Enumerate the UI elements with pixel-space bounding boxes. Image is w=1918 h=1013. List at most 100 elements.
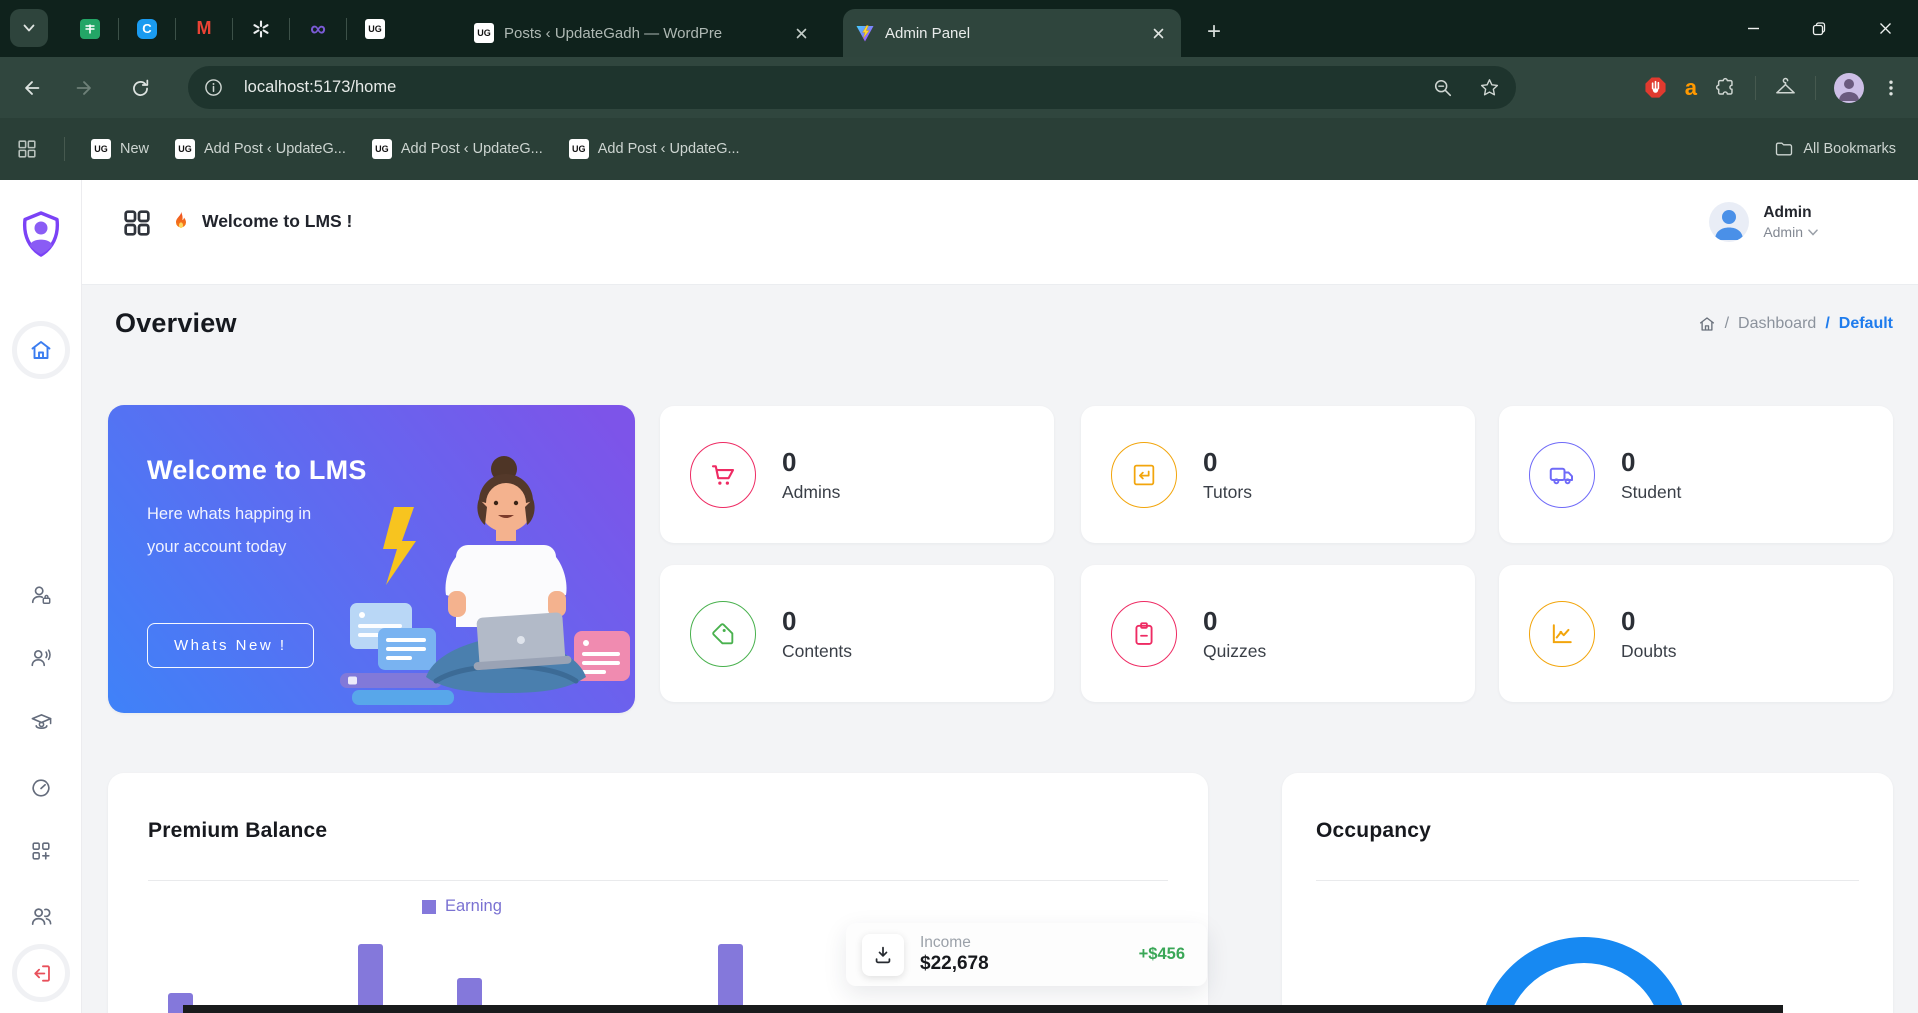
breadcrumb-separator: / xyxy=(1825,315,1829,333)
stat-label: Admins xyxy=(782,482,840,503)
minimize-button[interactable] xyxy=(1720,0,1786,57)
income-popup: Income $22,678 +$456 xyxy=(846,923,1207,986)
close-window-button[interactable] xyxy=(1852,0,1918,57)
bookmark-item-new[interactable]: UG New xyxy=(91,139,149,159)
toolbar-separator xyxy=(1755,76,1756,100)
user-lock-icon xyxy=(30,584,52,606)
extensions-puzzle-icon[interactable] xyxy=(1715,77,1737,99)
close-tab-icon[interactable] xyxy=(1147,22,1169,44)
pinned-tab-infinity[interactable]: ∞ xyxy=(290,9,346,49)
welcome-subtitle: your account today xyxy=(147,538,286,557)
gmail-icon: M xyxy=(197,18,212,39)
home-breadcrumb-icon[interactable] xyxy=(1698,315,1716,333)
updategadh-icon: UG xyxy=(474,23,494,43)
chatgpt-icon xyxy=(251,19,271,39)
back-button[interactable] xyxy=(12,68,52,108)
sidebar-item-users[interactable] xyxy=(30,905,52,927)
forward-icon xyxy=(73,77,95,99)
sidebar-item-dashboard-gauge[interactable] xyxy=(30,777,52,799)
breadcrumb-section[interactable]: Dashboard xyxy=(1738,315,1816,333)
stat-card-tutors[interactable]: 0 Tutors xyxy=(1081,406,1475,543)
truck-icon xyxy=(1529,442,1595,508)
stat-card-quizzes[interactable]: 0 Quizzes xyxy=(1081,565,1475,702)
background-window-strip xyxy=(183,1005,1783,1013)
hanger-icon[interactable] xyxy=(1774,76,1797,99)
sidebar-item-admins[interactable] xyxy=(30,584,52,606)
reload-icon xyxy=(130,78,151,99)
graduate-icon xyxy=(30,711,53,734)
bookmark-label: Add Post ‹ UpdateG... xyxy=(401,141,543,157)
sidebar-item-tutors[interactable] xyxy=(30,647,52,669)
adblock-icon[interactable] xyxy=(1644,76,1667,99)
welcome-illustration xyxy=(336,445,635,713)
pinned-tab-blue-app[interactable]: C xyxy=(119,9,175,49)
vite-icon xyxy=(855,23,875,43)
browser-tab-posts[interactable]: UG Posts ‹ UpdateGadh — WordPre xyxy=(462,9,824,57)
whats-new-button[interactable]: Whats New ! xyxy=(147,623,314,668)
browser-tab-admin-panel[interactable]: Admin Panel xyxy=(843,9,1181,57)
sidebar-item-students[interactable] xyxy=(30,711,52,733)
user-menu[interactable]: Admin Admin xyxy=(1709,202,1818,242)
browser-menu-icon[interactable] xyxy=(1882,79,1900,97)
occupancy-card: Occupancy xyxy=(1282,773,1893,1013)
occupancy-title: Occupancy xyxy=(1316,819,1431,843)
updategadh-icon: UG xyxy=(569,139,589,159)
sidebar-item-home[interactable] xyxy=(12,321,70,379)
pinned-tab-sheets[interactable] xyxy=(62,9,118,49)
toolbar-separator xyxy=(1815,76,1816,100)
download-icon[interactable] xyxy=(862,934,904,976)
apps-grid-icon[interactable] xyxy=(16,138,38,160)
new-tab-button[interactable]: + xyxy=(1198,16,1230,48)
site-info-icon[interactable] xyxy=(196,71,230,105)
stat-card-admins[interactable]: 0 Admins xyxy=(660,406,1054,543)
pinned-tab-gmail[interactable]: M xyxy=(176,9,232,49)
bookmark-item-add-post-2[interactable]: UG Add Post ‹ UpdateG... xyxy=(372,139,543,159)
updategadh-icon: UG xyxy=(365,19,385,39)
tab-title: Admin Panel xyxy=(885,25,1137,42)
menu-grid-icon[interactable] xyxy=(121,207,153,239)
profile-avatar[interactable] xyxy=(1834,73,1864,103)
screen: C M ∞ xyxy=(0,0,1918,1013)
bookmark-label: New xyxy=(120,141,149,157)
income-delta: +$456 xyxy=(1139,945,1185,964)
cart-icon xyxy=(690,442,756,508)
app-sidebar xyxy=(0,180,82,1013)
close-tab-icon[interactable] xyxy=(790,22,812,44)
stat-card-student[interactable]: 0 Student xyxy=(1499,406,1893,543)
tab-title: Posts ‹ UpdateGadh — WordPre xyxy=(504,25,780,42)
bookmark-item-add-post-1[interactable]: UG Add Post ‹ UpdateG... xyxy=(175,139,346,159)
fire-icon xyxy=(171,210,191,233)
user-role-dropdown[interactable]: Admin xyxy=(1763,224,1818,240)
blue-c-app-icon: C xyxy=(137,19,157,39)
stat-value: 0 xyxy=(782,447,840,478)
infinity-icon: ∞ xyxy=(310,18,326,40)
folder-icon xyxy=(1774,139,1794,159)
pinned-tab-updategadh[interactable]: UG xyxy=(347,9,403,49)
breadcrumb-current[interactable]: Default xyxy=(1839,315,1893,333)
address-bar[interactable]: localhost:5173/home xyxy=(188,66,1516,109)
bookmark-star-icon[interactable] xyxy=(1479,77,1500,98)
pinned-tab-chatgpt[interactable] xyxy=(233,9,289,49)
sidebar-item-add-widget[interactable] xyxy=(30,840,52,862)
stat-card-contents[interactable]: 0 Contents xyxy=(660,565,1054,702)
return-key-icon xyxy=(1111,442,1177,508)
stat-value: 0 xyxy=(1621,447,1681,478)
reload-button[interactable] xyxy=(120,68,160,108)
zoom-icon[interactable] xyxy=(1433,78,1453,98)
restore-button[interactable] xyxy=(1786,0,1852,57)
bookmark-label: Add Post ‹ UpdateG... xyxy=(204,141,346,157)
amazon-assistant-icon[interactable]: a xyxy=(1685,77,1697,99)
app-logo[interactable] xyxy=(19,210,63,258)
header-title: Welcome to LMS ! xyxy=(202,211,352,232)
tab-search-button[interactable] xyxy=(10,9,48,47)
browser-tab-bar: C M ∞ xyxy=(0,0,1918,57)
bookmark-item-add-post-3[interactable]: UG Add Post ‹ UpdateG... xyxy=(569,139,740,159)
breadcrumb: / Dashboard / Default xyxy=(1698,315,1893,333)
url-text[interactable]: localhost:5173/home xyxy=(244,78,396,97)
stat-card-doubts[interactable]: 0 Doubts xyxy=(1499,565,1893,702)
all-bookmarks-button[interactable]: All Bookmarks xyxy=(1774,139,1896,159)
forward-button[interactable] xyxy=(64,68,104,108)
page-title: Overview xyxy=(115,308,237,339)
occupancy-donut-chart xyxy=(1479,937,1689,1013)
sidebar-item-logout[interactable] xyxy=(12,944,70,1002)
